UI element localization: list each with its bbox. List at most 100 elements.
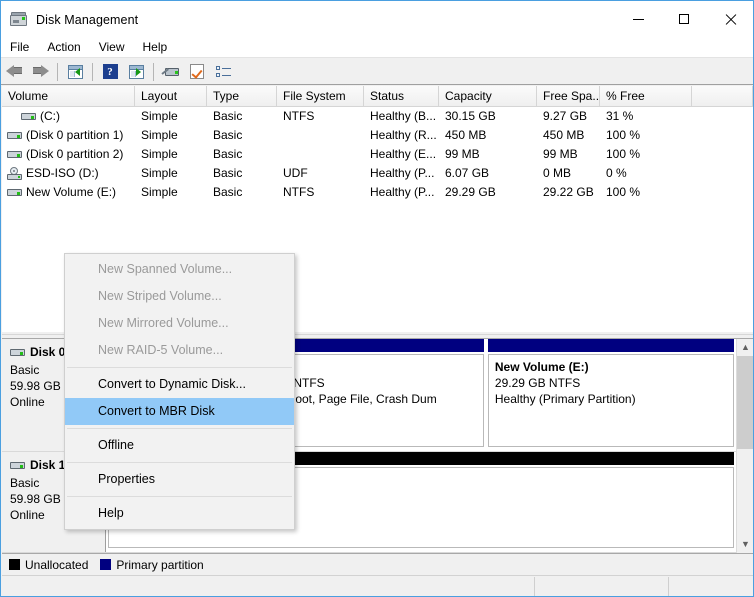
help-icon: ? xyxy=(102,64,118,79)
menu-action[interactable]: Action xyxy=(38,38,89,57)
unallocated-swatch-icon xyxy=(9,559,20,570)
column-header-status[interactable]: Status xyxy=(364,86,439,106)
scrollbar-thumb[interactable] xyxy=(737,356,753,449)
volume-label: (C:) xyxy=(40,109,60,123)
menu-item-new-spanned-volume[interactable]: New Spanned Volume... xyxy=(65,256,294,283)
partition-details: New Volume (E:) 29.29 GB NTFS Healthy (P… xyxy=(487,354,734,447)
status-pane-1 xyxy=(2,576,535,596)
graphical-view-scrollbar[interactable]: ▲ ▼ xyxy=(736,339,753,553)
partition-health: Healthy (Primary Partition) xyxy=(494,392,636,406)
volume-list-rows: (C:) Simple Basic NTFS Healthy (B... 30.… xyxy=(2,107,753,202)
menu-item-new-raid5-volume[interactable]: New RAID-5 Volume... xyxy=(65,337,294,364)
toolbar-separator-1 xyxy=(57,62,58,81)
help-button[interactable]: ? xyxy=(98,61,122,83)
type-cell: Basic xyxy=(213,166,243,180)
free-space-cell: 29.22 GB xyxy=(543,185,594,199)
close-button[interactable] xyxy=(707,1,753,37)
minimize-button[interactable] xyxy=(615,1,661,37)
volume-list-header: Volume Layout Type File System Status Ca… xyxy=(2,86,753,107)
up-one-level-button[interactable] xyxy=(63,61,87,83)
column-header-percent-free[interactable]: % Free xyxy=(600,86,692,106)
status-cell: Healthy (B... xyxy=(370,109,437,123)
volume-label: (Disk 0 partition 2) xyxy=(26,147,124,161)
column-header-capacity[interactable]: Capacity xyxy=(439,86,537,106)
primary-partition-swatch-icon xyxy=(100,559,112,570)
type-cell: Basic xyxy=(213,147,243,161)
table-row[interactable]: (C:) Simple Basic NTFS Healthy (B... 30.… xyxy=(2,107,753,126)
window-controls xyxy=(615,1,753,37)
close-icon xyxy=(725,14,736,25)
hard-disk-icon xyxy=(7,187,22,198)
menu-item-convert-to-dynamic-disk[interactable]: Convert to Dynamic Disk... xyxy=(65,371,294,398)
table-row[interactable]: (Disk 0 partition 2) Simple Basic Health… xyxy=(2,145,753,164)
menu-item-help[interactable]: Help xyxy=(65,500,294,527)
partition-new-volume-e[interactable]: New Volume (E:) 29.29 GB NTFS Healthy (P… xyxy=(487,339,734,447)
volume-label: ESD-ISO (D:) xyxy=(26,166,99,180)
up-one-level-icon xyxy=(67,64,83,79)
back-icon xyxy=(5,65,23,78)
title-bar[interactable]: Disk Management xyxy=(1,1,753,38)
forward-icon xyxy=(32,65,49,78)
window-title: Disk Management xyxy=(36,12,139,27)
menu-separator xyxy=(67,496,292,497)
menu-item-new-mirrored-volume[interactable]: New Mirrored Volume... xyxy=(65,310,294,337)
volume-cell: New Volume (E:) xyxy=(2,183,135,202)
toolbar-separator-2 xyxy=(92,62,93,81)
hard-disk-icon xyxy=(7,130,22,141)
disk-management-window: Disk Management File Action View Help ? … xyxy=(0,0,754,597)
column-header-layout[interactable]: Layout xyxy=(135,86,207,106)
column-header-free-space[interactable]: Free Spa... xyxy=(537,86,600,106)
legend-bar: Unallocated Primary partition xyxy=(2,553,753,575)
disk-management-icon xyxy=(10,11,28,29)
capacity-cell: 30.15 GB xyxy=(445,109,496,123)
free-space-cell: 9.27 GB xyxy=(543,109,588,123)
properties-button[interactable] xyxy=(185,61,209,83)
capacity-cell: 99 MB xyxy=(445,147,480,161)
capacity-cell: 450 MB xyxy=(445,128,487,142)
menu-help[interactable]: Help xyxy=(134,38,177,57)
show-hide-console-tree-icon xyxy=(128,64,144,79)
column-header-file-system[interactable]: File System xyxy=(277,86,364,106)
show-hide-console-tree-button[interactable] xyxy=(124,61,148,83)
legend-label: Unallocated xyxy=(25,557,89,572)
hard-disk-icon xyxy=(7,149,22,160)
column-header-filler[interactable] xyxy=(692,86,753,106)
show-hide-action-pane-icon xyxy=(215,65,231,79)
forward-button[interactable] xyxy=(28,61,52,83)
maximize-icon xyxy=(679,14,689,24)
column-header-type[interactable]: Type xyxy=(207,86,277,106)
capacity-cell: 29.29 GB xyxy=(445,185,496,199)
show-hide-action-pane-button[interactable] xyxy=(211,61,235,83)
file-system-cell: UDF xyxy=(283,166,308,180)
volume-cell: (C:) xyxy=(2,107,135,126)
menu-view[interactable]: View xyxy=(90,38,134,57)
status-pane-3 xyxy=(669,577,753,596)
scroll-up-icon[interactable]: ▲ xyxy=(737,339,753,356)
layout-cell: Simple xyxy=(141,166,178,180)
status-cell: Healthy (R... xyxy=(370,128,437,142)
menu-item-properties[interactable]: Properties xyxy=(65,466,294,493)
status-pane-2 xyxy=(535,576,669,596)
menu-separator xyxy=(67,367,292,368)
file-system-cell: NTFS xyxy=(283,109,315,123)
free-space-cell: 0 MB xyxy=(543,166,572,180)
partition-size: 29.29 GB NTFS xyxy=(494,376,581,390)
menu-item-new-striped-volume[interactable]: New Striped Volume... xyxy=(65,283,294,310)
toolbar: ? xyxy=(1,59,753,85)
volume-label: New Volume (E:) xyxy=(26,185,117,199)
back-button[interactable] xyxy=(2,61,26,83)
menu-file[interactable]: File xyxy=(1,38,38,57)
file-system-cell: NTFS xyxy=(283,185,315,199)
table-row[interactable]: (Disk 0 partition 1) Simple Basic Health… xyxy=(2,126,753,145)
type-cell: Basic xyxy=(213,185,243,199)
maximize-button[interactable] xyxy=(661,1,707,37)
table-row[interactable]: New Volume (E:) Simple Basic NTFS Health… xyxy=(2,183,753,202)
hard-disk-icon xyxy=(10,347,25,358)
menu-item-convert-to-mbr-disk[interactable]: Convert to MBR Disk xyxy=(65,398,294,425)
menu-item-offline[interactable]: Offline xyxy=(65,432,294,459)
column-header-volume[interactable]: Volume xyxy=(2,86,135,106)
rescan-disks-icon xyxy=(161,65,180,79)
scroll-down-icon[interactable]: ▼ xyxy=(737,536,753,553)
rescan-disks-button[interactable] xyxy=(159,61,183,83)
table-row[interactable]: ESD-ISO (D:) Simple Basic UDF Healthy (P… xyxy=(2,164,753,183)
